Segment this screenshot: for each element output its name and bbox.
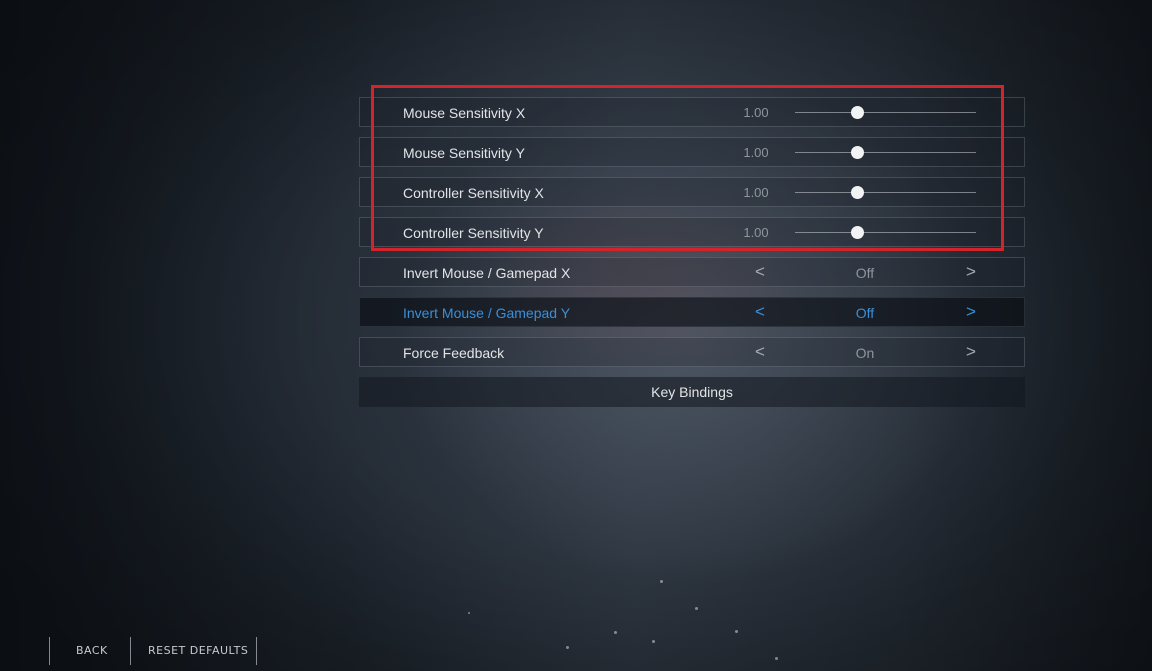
chevron-right-icon[interactable]: > <box>961 338 981 366</box>
footer-divider <box>256 637 257 665</box>
chevron-left-icon[interactable]: < <box>750 298 770 326</box>
reset-defaults-button[interactable]: RESET DEFAULTS <box>148 637 248 665</box>
chevron-left-icon[interactable]: < <box>750 258 770 286</box>
setting-row-force-feedback[interactable]: Force Feedback < On > <box>359 337 1025 367</box>
option-value: On <box>855 345 875 361</box>
key-bindings-button[interactable]: Key Bindings <box>359 377 1025 407</box>
annotation-highlight-box <box>371 85 1004 251</box>
setting-label: Force Feedback <box>403 345 505 361</box>
footer-divider <box>49 637 50 665</box>
setting-label: Invert Mouse / Gamepad Y <box>403 305 571 321</box>
chevron-right-icon[interactable]: > <box>961 298 981 326</box>
setting-row-invert-y[interactable]: Invert Mouse / Gamepad Y < Off > <box>359 297 1025 327</box>
setting-label: Invert Mouse / Gamepad X <box>403 265 571 281</box>
option-value: Off <box>855 265 875 281</box>
footer-divider <box>130 637 131 665</box>
chevron-left-icon[interactable]: < <box>750 338 770 366</box>
option-value: Off <box>855 305 875 321</box>
footer-bar: BACK RESET DEFAULTS <box>0 637 400 665</box>
chevron-right-icon[interactable]: > <box>961 258 981 286</box>
setting-row-invert-x[interactable]: Invert Mouse / Gamepad X < Off > <box>359 257 1025 287</box>
back-button[interactable]: BACK <box>76 637 108 665</box>
